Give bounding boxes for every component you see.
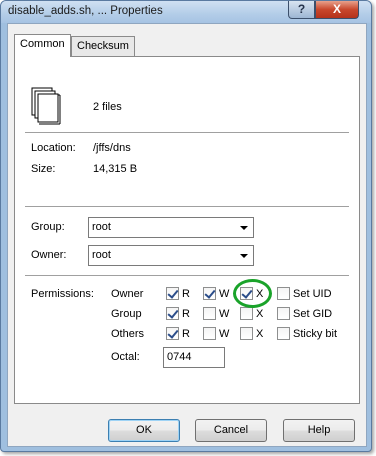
perm-row-owner-label: Owner — [111, 288, 144, 300]
tab-common[interactable]: Common — [14, 34, 71, 57]
perm-row-group-label: Group — [111, 308, 142, 320]
title-bar[interactable]: disable_adds.sh, ... Properties ? X — [1, 1, 371, 23]
octal-input[interactable]: 0744 — [163, 347, 225, 368]
group-write-checkbox[interactable] — [203, 307, 216, 320]
group-execute-checkbox[interactable] — [240, 307, 253, 320]
write-label: W — [219, 288, 230, 300]
location-label: Location: — [31, 142, 76, 154]
cancel-button-label: Cancel — [213, 424, 249, 436]
octal-input-value: 0744 — [167, 351, 192, 363]
group-select[interactable]: root — [88, 217, 254, 238]
help-button[interactable]: Help — [283, 419, 355, 442]
set-gid-label: Set GID — [293, 308, 333, 320]
sticky-bit-label: Sticky bit — [293, 328, 338, 340]
tab-checksum-label: Checksum — [77, 40, 129, 52]
divider — [25, 275, 349, 276]
cancel-button[interactable]: Cancel — [195, 419, 267, 442]
dialog-body: Common Checksum 2 files Location: /jffs/… — [7, 23, 367, 447]
execute-label: X — [256, 308, 264, 320]
set-uid-checkbox[interactable] — [277, 287, 290, 300]
group-read-checkbox[interactable] — [166, 307, 179, 320]
sticky-bit-checkbox[interactable] — [277, 327, 290, 340]
owner-write-checkbox[interactable] — [203, 287, 216, 300]
location-value: /jffs/dns — [93, 142, 131, 154]
help-title-button[interactable]: ? — [288, 1, 315, 19]
file-count: 2 files — [93, 101, 122, 113]
set-uid-label: Set UID — [293, 288, 332, 300]
others-execute-checkbox[interactable] — [240, 327, 253, 340]
group-label: Group: — [31, 221, 65, 233]
permissions-label: Permissions: — [31, 288, 94, 300]
divider — [25, 206, 349, 207]
ok-button[interactable]: OK — [108, 419, 180, 442]
chevron-down-icon — [240, 254, 248, 258]
owner-read-checkbox[interactable] — [166, 287, 179, 300]
others-read-checkbox[interactable] — [166, 327, 179, 340]
read-label: R — [182, 288, 190, 300]
size-label: Size: — [31, 163, 56, 175]
tab-common-label: Common — [20, 38, 65, 50]
window-title: disable_adds.sh, ... Properties — [8, 5, 163, 17]
tab-checksum[interactable]: Checksum — [71, 36, 135, 56]
read-label: R — [182, 328, 190, 340]
divider — [25, 132, 349, 133]
perm-row-others-label: Others — [111, 328, 145, 340]
close-icon: X — [332, 2, 341, 16]
execute-label: X — [256, 328, 264, 340]
owner-label: Owner: — [31, 249, 67, 261]
help-button-label: Help — [307, 424, 331, 436]
set-gid-checkbox[interactable] — [277, 307, 290, 320]
write-label: W — [219, 308, 230, 320]
properties-dialog: disable_adds.sh, ... Properties ? X Comm… — [0, 0, 372, 452]
others-write-checkbox[interactable] — [203, 327, 216, 340]
owner-select[interactable]: root — [88, 245, 254, 266]
close-button[interactable]: X — [315, 1, 359, 19]
files-icon — [31, 87, 61, 125]
group-select-value: root — [92, 221, 111, 233]
read-label: R — [182, 308, 190, 320]
common-tab-panel: 2 files Location: /jffs/dns Size: 14,315… — [14, 56, 360, 404]
ok-button-label: OK — [136, 424, 152, 436]
size-value: 14,315 B — [93, 163, 138, 175]
owner-select-value: root — [92, 249, 111, 261]
chevron-down-icon — [240, 226, 248, 230]
write-label: W — [219, 328, 230, 340]
owner-execute-checkbox[interactable] — [240, 287, 253, 300]
octal-label: Octal: — [111, 351, 140, 363]
execute-label: X — [256, 288, 264, 300]
question-mark-icon: ? — [297, 2, 306, 16]
